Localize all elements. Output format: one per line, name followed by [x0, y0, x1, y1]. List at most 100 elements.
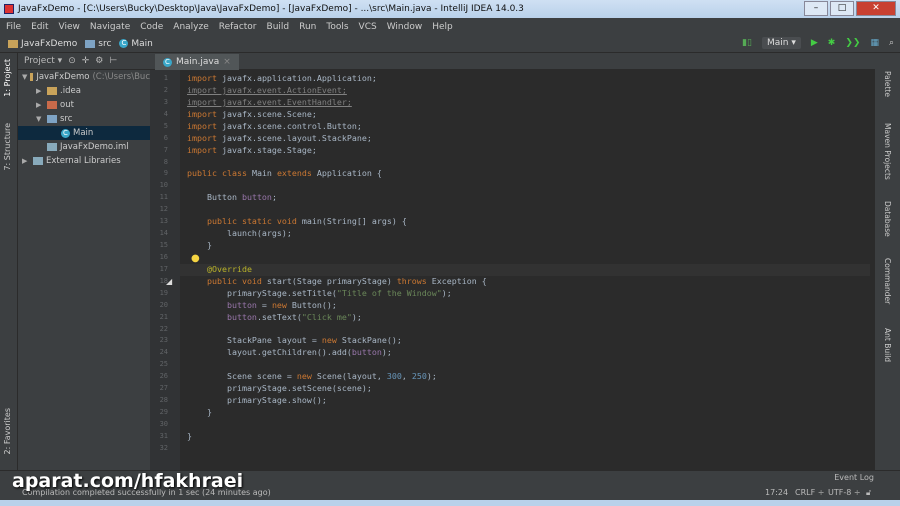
encoding[interactable]: UTF-8 ÷	[828, 485, 861, 500]
tab-commander[interactable]: Commander	[883, 258, 892, 304]
tab-project[interactable]: 1: Project	[3, 59, 12, 97]
tree-item[interactable]: JavaFxDemo.iml	[18, 140, 150, 154]
line-number: 31	[159, 431, 168, 440]
class-icon: C	[61, 128, 70, 138]
code-token: );	[426, 371, 437, 382]
menu-run[interactable]: Run	[299, 22, 316, 32]
folder-icon	[85, 39, 96, 48]
menu-tools[interactable]: Tools	[326, 22, 348, 32]
breadcrumb-main[interactable]: C Main	[119, 39, 153, 49]
expand-icon[interactable]: ▼	[22, 70, 27, 84]
editor-tabs: C Main.java ×	[150, 53, 875, 70]
tree-item[interactable]: ▶ .idea	[18, 84, 150, 98]
run-config-select[interactable]: Main ▾	[761, 37, 801, 49]
expand-icon[interactable]: ▶	[36, 84, 44, 98]
menu-view[interactable]: View	[59, 22, 80, 32]
line-number: 4	[163, 109, 168, 118]
line-number: 15	[159, 241, 168, 250]
code-line: button = new Button();	[187, 300, 337, 310]
tab-ant-build[interactable]: Ant Build	[883, 328, 892, 362]
project-structure-icon[interactable]: ▦	[870, 38, 879, 48]
menu-bar: File Edit View Navigate Code Analyze Refactor B…	[0, 18, 900, 35]
tree-item-label: .idea	[60, 86, 81, 96]
tree-item-label: JavaFxDemo.iml	[60, 142, 129, 152]
event-log-button[interactable]: Event Log	[834, 473, 874, 482]
search-icon[interactable]: ⌕	[889, 38, 894, 48]
project-tree: ▼ JavaFxDemo (C:\Users\Buc ▶ .idea ▶ out ▼ src C M…	[18, 70, 150, 168]
line-number: 7	[163, 145, 168, 154]
expand-icon[interactable]: ▼	[36, 112, 44, 126]
line-number: 32	[159, 443, 168, 452]
code-line: import javafx.event.ActionEvent;	[187, 85, 347, 95]
menu-edit[interactable]: Edit	[31, 22, 48, 32]
tree-item[interactable]: ▶ out	[18, 98, 150, 112]
folder-module-icon	[30, 73, 34, 81]
code-line: StackPane layout = new StackPane();	[187, 335, 402, 345]
maximize-button[interactable]: □	[830, 1, 854, 16]
line-number: 18	[159, 276, 168, 285]
code-token: launch(args);	[187, 228, 292, 239]
code-token: import	[187, 132, 217, 143]
line-number: 2	[163, 85, 168, 94]
tree-item-label: Main	[73, 128, 94, 138]
code-line: import javafx.event.EventHandler;	[187, 97, 352, 107]
code-line: primaryStage.setScene(scene);	[187, 383, 372, 393]
close-button[interactable]: ✕	[856, 1, 896, 16]
close-tab-icon[interactable]: ×	[223, 57, 231, 67]
menu-file[interactable]: File	[6, 22, 21, 32]
expand-icon[interactable]: ▶	[36, 98, 44, 112]
project-view-dropdown[interactable]: Project ▾	[24, 56, 62, 66]
line-separator[interactable]: CRLF ÷	[795, 485, 824, 500]
menu-window[interactable]: Window	[387, 22, 423, 32]
breadcrumb-src[interactable]: src	[85, 39, 111, 49]
line-number: 27	[159, 384, 168, 393]
tree-item[interactable]: ▼ src	[18, 112, 150, 126]
tree-item[interactable]: ▼ JavaFxDemo (C:\Users\Buc	[18, 70, 150, 84]
menu-refactor[interactable]: Refactor	[219, 22, 257, 32]
menu-code[interactable]: Code	[140, 22, 163, 32]
code-token: .setText(	[256, 311, 302, 322]
code-token: primaryStage.setScene(scene);	[187, 383, 372, 394]
minimize-button[interactable]: –	[804, 1, 828, 16]
tab-palette[interactable]: Palette	[883, 71, 892, 97]
lightbulb-icon[interactable]: ●	[191, 253, 200, 264]
code-token: }	[187, 407, 212, 418]
tab-favorites[interactable]: 2: Favorites	[3, 408, 12, 454]
scroll-from-source-icon[interactable]: ⊙	[68, 56, 76, 66]
tab-maven-projects[interactable]: Maven Projects	[883, 123, 892, 180]
coverage-icon[interactable]: ❯❯	[845, 38, 860, 48]
menu-help[interactable]: Help	[432, 22, 453, 32]
code-line: }	[187, 240, 212, 250]
line-number: 6	[163, 133, 168, 142]
caret-position[interactable]: 17:24	[765, 485, 788, 500]
gear-icon[interactable]: ⚙	[95, 56, 103, 66]
code-line: }	[187, 431, 192, 441]
debug-icon[interactable]: ✱	[828, 38, 836, 48]
code-token: layout.getChildren().add(	[187, 347, 352, 358]
build-icon[interactable]: ▮▯	[742, 38, 752, 48]
code-token: Button();	[286, 299, 337, 310]
code-token: button	[187, 311, 257, 322]
menu-vcs[interactable]: VCS	[359, 22, 377, 32]
menu-analyze[interactable]: Analyze	[173, 22, 208, 32]
lock-icon[interactable]: 🔓︎	[866, 485, 871, 500]
intellij-icon	[4, 4, 14, 14]
tree-item[interactable]: C Main	[18, 126, 150, 140]
tree-item[interactable]: ▶ External Libraries	[18, 154, 150, 168]
code-token: javafx.scene.Scene;	[216, 108, 317, 119]
code-token: javafx.stage.Stage;	[216, 144, 317, 155]
tab-main-java[interactable]: C Main.java ×	[155, 54, 239, 70]
collapse-icon[interactable]: ✛	[82, 56, 90, 66]
run-icon[interactable]: ▶	[811, 38, 818, 48]
breadcrumb-project[interactable]: JavaFxDemo	[8, 39, 77, 49]
expand-icon[interactable]: ▶	[22, 154, 30, 168]
tab-database[interactable]: Database	[883, 201, 892, 237]
menu-build[interactable]: Build	[267, 22, 290, 32]
code-token: import	[187, 108, 217, 119]
code-token: }	[187, 240, 212, 251]
code-line: launch(args);	[187, 228, 292, 238]
hide-icon[interactable]: ⊢	[109, 56, 117, 66]
tab-structure[interactable]: 7: Structure	[3, 123, 12, 171]
line-number: 20	[159, 300, 168, 309]
menu-navigate[interactable]: Navigate	[90, 22, 130, 32]
